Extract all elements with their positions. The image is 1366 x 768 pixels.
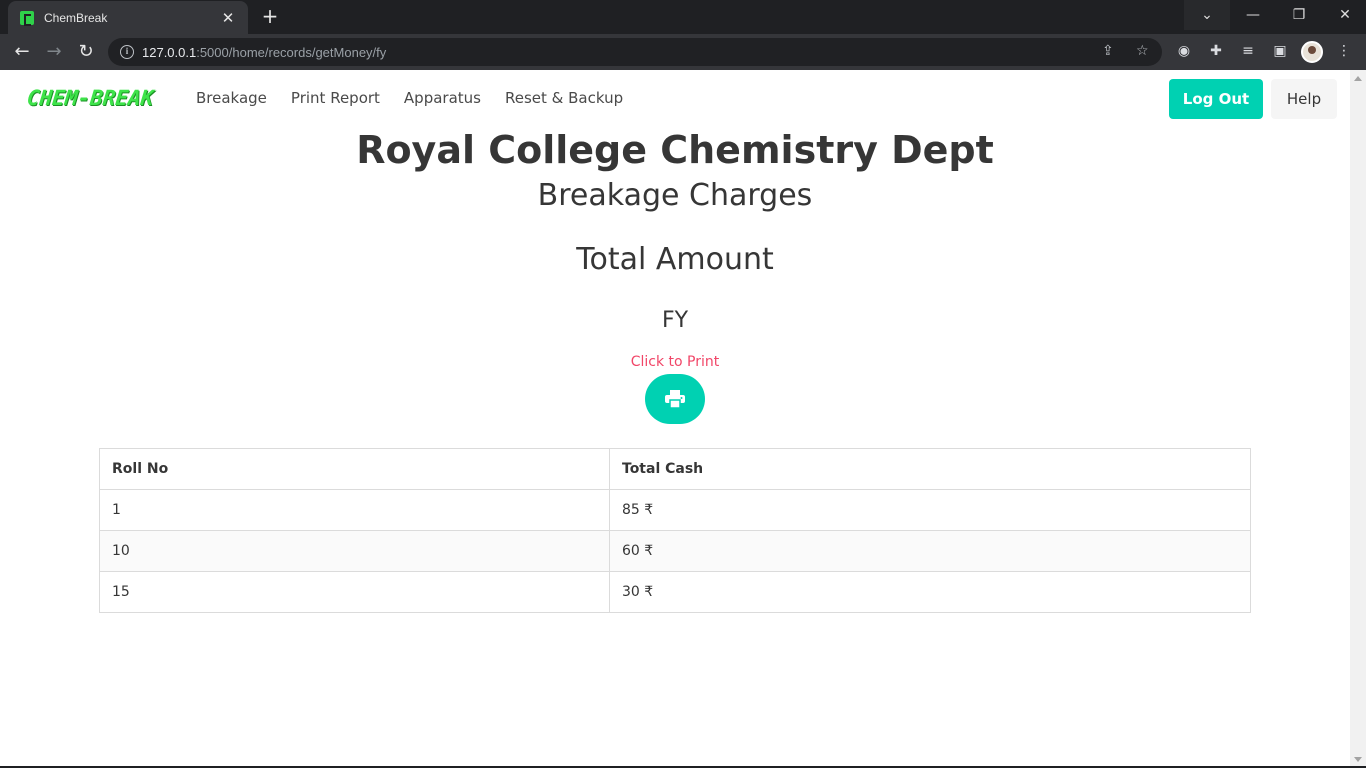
nav-item-reset-backup[interactable]: Reset & Backup [505,89,623,107]
forward-icon[interactable]: → [42,40,66,64]
column-header-total-cash: Total Cash [609,448,1251,490]
total-cash-cell: 85 ₹ [609,489,1251,531]
chembreak-favicon-icon [20,10,34,26]
roll-no-cell: 1 [99,489,610,531]
year-heading: FY [661,308,689,333]
close-tab-icon[interactable]: ✕ [220,9,236,27]
total-cash-cell: 30 ₹ [609,571,1251,613]
reload-icon[interactable]: ↻ [74,40,98,64]
table-header-row: Roll No Total Cash [99,448,1251,490]
printer-icon [665,390,685,408]
nav-item-breakage[interactable]: Breakage [196,89,267,107]
profile-avatar[interactable] [1301,41,1323,63]
charges-table: Roll No Total Cash 1 85 ₹ 10 60 ₹ 15 30 … [99,448,1251,613]
column-header-roll-no: Roll No [99,448,610,490]
page-title: Royal College Chemistry Dept [356,128,994,172]
extensions-puzzle-icon[interactable]: ✚ [1206,43,1226,59]
window-close-icon[interactable]: ✕ [1322,0,1366,30]
table-row: 1 85 ₹ [99,489,1251,531]
scroll-up-icon[interactable] [1354,76,1362,81]
new-tab-icon[interactable]: + [258,5,282,29]
print-label: Click to Print [630,354,720,370]
nav-item-print-report[interactable]: Print Report [291,89,380,107]
roll-no-cell: 10 [99,530,610,572]
table-row: 15 30 ₹ [99,571,1251,613]
page-subtitle: Breakage Charges [537,178,813,213]
logout-button[interactable]: Log Out [1169,79,1263,119]
tab-title: ChemBreak [44,10,108,25]
roll-no-cell: 15 [99,571,610,613]
page: CHEM-BREAK Breakage Print Report Apparat… [0,70,1350,768]
table-row: 10 60 ₹ [99,530,1251,572]
browser-tab[interactable]: ChemBreak ✕ [8,1,248,34]
back-icon[interactable]: ← [10,40,34,64]
navbar-menu: Breakage Print Report Apparatus Reset & … [196,89,623,107]
section-heading: Total Amount [576,242,774,277]
print-button[interactable] [645,374,705,424]
help-button[interactable]: Help [1271,79,1337,119]
total-cash-cell: 60 ₹ [609,530,1251,572]
scroll-down-icon[interactable] [1354,757,1362,762]
tab-search-icon[interactable]: ⌄ [1184,0,1230,30]
site-info-icon[interactable]: i [120,45,134,59]
bookmark-star-icon[interactable]: ☆ [1136,43,1149,59]
extension-glasses-icon[interactable]: ◉ [1174,43,1194,59]
url-text: 127.0.0.1:5000/home/records/getMoney/fy [142,44,387,60]
browser-toolbar: ← → ↻ i 127.0.0.1:5000/home/records/getM… [0,34,1366,70]
address-bar[interactable]: i 127.0.0.1:5000/home/records/getMoney/f… [108,38,1162,66]
nav-item-apparatus[interactable]: Apparatus [404,89,481,107]
menu-kebab-icon[interactable]: ⋮ [1334,43,1354,59]
reading-list-icon[interactable]: ≡ [1238,43,1258,59]
minimize-icon[interactable]: — [1230,0,1276,30]
restore-icon[interactable]: ❐ [1276,0,1322,30]
side-panel-icon[interactable]: ▣ [1270,43,1290,59]
page-scrollbar[interactable] [1350,70,1366,768]
brand-logo[interactable]: CHEM-BREAK [26,86,155,110]
browser-tabstrip: ChemBreak ✕ + ⌄ — ❐ ✕ [0,0,1366,34]
share-icon[interactable]: ⇪ [1102,43,1114,59]
